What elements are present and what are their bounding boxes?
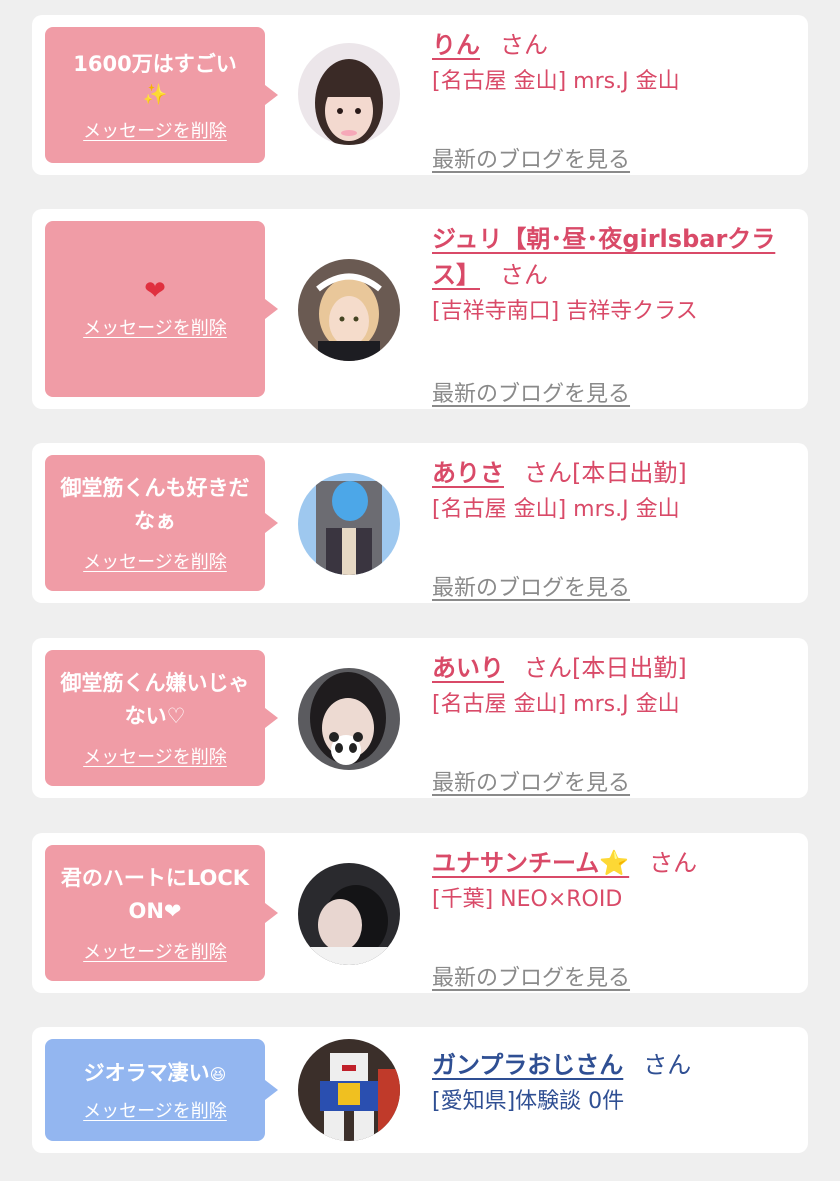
name-suffix: さん xyxy=(649,849,698,877)
shop-info: [吉祥寺南口] 吉祥寺クラス xyxy=(432,299,698,324)
delete-message-link[interactable]: メッセージを削除 xyxy=(83,1097,227,1123)
delete-message-link[interactable]: メッセージを削除 xyxy=(83,938,227,964)
avatar[interactable] xyxy=(298,473,400,575)
avatar[interactable] xyxy=(298,259,400,361)
message-text: 1600万はすごい xyxy=(73,51,237,76)
cast-info: ガンプラおじさん さん [愛知県]体験談 0件 xyxy=(432,1047,792,1117)
avatar[interactable] xyxy=(298,668,400,770)
message-text: ジオラマ凄い xyxy=(83,1061,210,1085)
laugh-emoji-icon: 😆 xyxy=(209,1065,227,1084)
message-card: 御堂筋くん嫌いじゃない♡ メッセージを削除 あいり さん[本日出勤] [名古屋 金… xyxy=(32,638,808,798)
avatar[interactable] xyxy=(298,43,400,145)
delete-message-link[interactable]: メッセージを削除 xyxy=(83,117,227,143)
shop-info: [名古屋 金山] mrs.J 金山 xyxy=(432,692,680,717)
shop-info: [千葉] NEO×ROID xyxy=(432,887,623,912)
message-bubble: 御堂筋くん嫌いじゃない♡ メッセージを削除 xyxy=(45,650,278,786)
delete-message-link[interactable]: メッセージを削除 xyxy=(83,314,227,340)
name-suffix: さん xyxy=(500,31,548,59)
message-card: 1600万はすごい ✨ メッセージを削除 りん さん [名古屋 金山] mrs.J… xyxy=(32,15,808,175)
latest-blog-link[interactable]: 最新のブログを見る xyxy=(432,960,630,992)
sparkle-icon: ✨ xyxy=(142,81,168,106)
review-info: [愛知県]体験談 0件 xyxy=(432,1089,625,1114)
message-card: ❤ メッセージを削除 ジュリ【朝･昼･夜girlsbarクラス】 さん [吉祥寺南… xyxy=(32,209,808,409)
name-suffix: さん xyxy=(500,261,548,289)
shop-info: [名古屋 金山] mrs.J 金山 xyxy=(432,69,680,94)
cast-info: ありさ さん[本日出勤] [名古屋 金山] mrs.J 金山 最新のブログを見る xyxy=(432,455,792,601)
cast-name-link[interactable]: ユナサンチーム⭐ xyxy=(432,849,629,877)
message-text: 御堂筋くんも好きだなぁ xyxy=(60,476,250,533)
cast-name-link[interactable]: りん xyxy=(432,31,480,59)
cast-name-link[interactable]: ガンプラおじさん xyxy=(432,1051,623,1079)
message-card: 君のハートにLOCKON❤ メッセージを削除 ユナサンチーム⭐ さん [千葉] N… xyxy=(32,833,808,993)
cast-name-link[interactable]: あいり xyxy=(432,654,504,682)
message-card: ジオラマ凄い😆 メッセージを削除 ガンプラおじさん さん [愛知県]体験談 0件 xyxy=(32,1027,808,1153)
message-text: 御堂筋くん嫌いじゃない♡ xyxy=(60,671,250,728)
shop-info: [名古屋 金山] mrs.J 金山 xyxy=(432,497,680,522)
name-suffix: さん[本日出勤] xyxy=(524,654,687,682)
avatar[interactable] xyxy=(298,863,400,965)
cast-name-link[interactable]: ジュリ【朝･昼･夜girlsbarクラス】 xyxy=(432,225,775,289)
latest-blog-link[interactable]: 最新のブログを見る xyxy=(432,142,630,174)
message-text: 君のハートにLOCKON❤ xyxy=(60,866,250,923)
message-bubble: ❤ メッセージを削除 xyxy=(45,221,278,397)
heart-icon: ❤ xyxy=(144,276,166,306)
message-line: ジオラマ凄い😆 xyxy=(55,1057,255,1091)
avatar[interactable] xyxy=(298,1039,400,1141)
delete-message-link[interactable]: メッセージを削除 xyxy=(83,548,227,574)
cast-info: ユナサンチーム⭐ さん [千葉] NEO×ROID 最新のブログを見る xyxy=(432,845,792,991)
delete-message-link[interactable]: メッセージを削除 xyxy=(83,743,227,769)
latest-blog-link[interactable]: 最新のブログを見る xyxy=(432,570,630,602)
name-suffix: さん xyxy=(643,1051,692,1079)
cast-info: りん さん [名古屋 金山] mrs.J 金山 最新のブログを見る xyxy=(432,27,792,173)
message-bubble: ジオラマ凄い😆 メッセージを削除 xyxy=(45,1039,278,1141)
latest-blog-link[interactable]: 最新のブログを見る xyxy=(432,376,630,408)
message-bubble: 1600万はすごい ✨ メッセージを削除 xyxy=(45,27,278,163)
cast-name-link[interactable]: ありさ xyxy=(432,459,504,487)
cast-info: ジュリ【朝･昼･夜girlsbarクラス】 さん [吉祥寺南口] 吉祥寺クラス 最… xyxy=(432,221,792,407)
message-bubble: 君のハートにLOCKON❤ メッセージを削除 xyxy=(45,845,278,981)
message-bubble: 御堂筋くんも好きだなぁ メッセージを削除 xyxy=(45,455,278,591)
name-suffix: さん[本日出勤] xyxy=(524,459,687,487)
message-card: 御堂筋くんも好きだなぁ メッセージを削除 ありさ さん[本日出勤] [名古屋 金山… xyxy=(32,443,808,603)
latest-blog-link[interactable]: 最新のブログを見る xyxy=(432,765,630,797)
cast-info: あいり さん[本日出勤] [名古屋 金山] mrs.J 金山 最新のブログを見る xyxy=(432,650,792,796)
